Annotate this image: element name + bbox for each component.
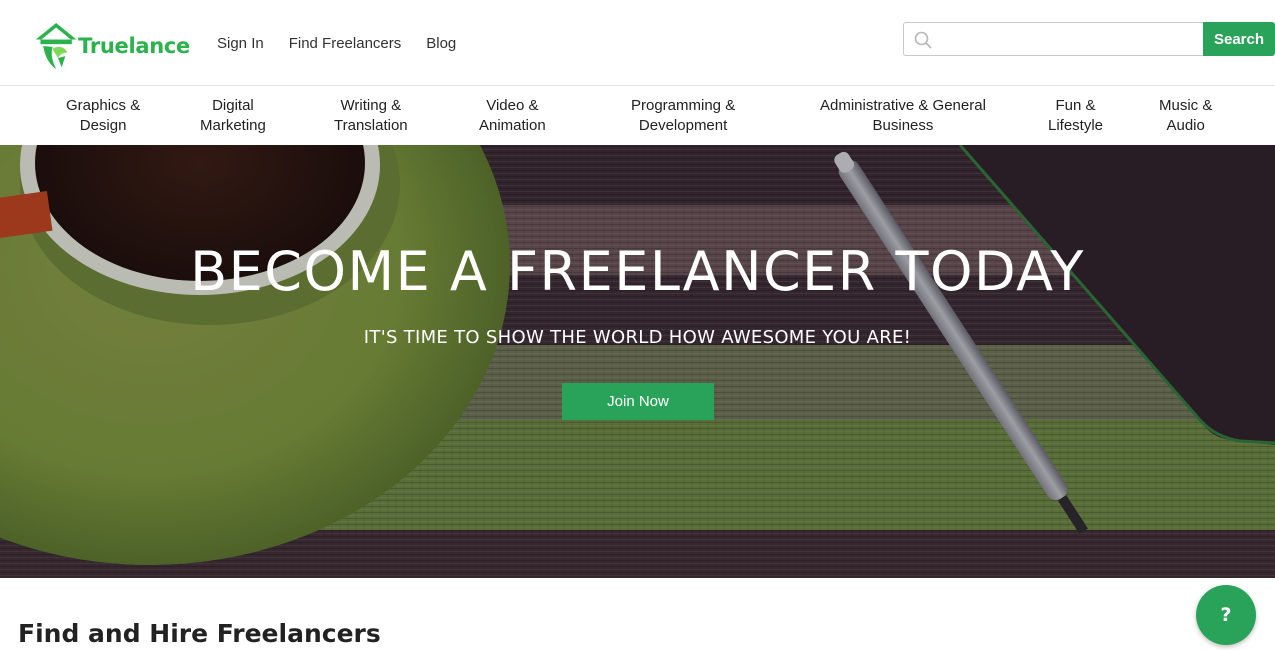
search-icon	[914, 31, 932, 49]
join-now-button[interactable]: Join Now	[562, 383, 714, 420]
search-button[interactable]: Search	[1203, 22, 1275, 56]
search-bar: Search	[903, 22, 1275, 56]
search-field	[903, 22, 1203, 56]
category-programming-development[interactable]: Programming & Development	[631, 96, 735, 136]
help-icon: ?	[1220, 604, 1232, 626]
category-writing-translation[interactable]: Writing & Translation	[334, 96, 408, 136]
category-music-audio[interactable]: Music & Audio	[1159, 96, 1212, 136]
search-input[interactable]	[940, 23, 1198, 55]
hero-title: BECOME A FREELANCER TODAY	[190, 240, 1085, 303]
hero-banner: BECOME A FREELANCER TODAY IT'S TIME TO S…	[0, 145, 1275, 578]
top-header: Truelance Sign In Find Freelancers Blog …	[0, 0, 1275, 86]
find-hire-heading: Find and Hire Freelancers	[18, 619, 381, 648]
category-graphics-design[interactable]: Graphics & Design	[66, 96, 140, 136]
logo-mark-icon	[35, 22, 77, 70]
sign-in-link[interactable]: Sign In	[217, 35, 264, 52]
help-button[interactable]: ?	[1196, 585, 1256, 645]
truelance-logo[interactable]: Truelance	[34, 18, 190, 74]
category-administrative-general-business[interactable]: Administrative & General Business	[820, 96, 986, 136]
find-freelancers-link[interactable]: Find Freelancers	[289, 35, 402, 52]
brand-name: Truelance	[78, 34, 190, 58]
top-nav: Sign In Find Freelancers Blog	[217, 35, 456, 52]
category-nav: Graphics & Design Digital Marketing Writ…	[0, 86, 1275, 145]
category-video-animation[interactable]: Video & Animation	[479, 96, 546, 136]
category-fun-lifestyle[interactable]: Fun & Lifestyle	[1048, 96, 1103, 136]
category-digital-marketing[interactable]: Digital Marketing	[200, 96, 266, 136]
blog-link[interactable]: Blog	[426, 35, 456, 52]
hero-overlay	[0, 145, 1275, 578]
hero-subtitle: IT'S TIME TO SHOW THE WORLD HOW AWESOME …	[363, 327, 912, 348]
